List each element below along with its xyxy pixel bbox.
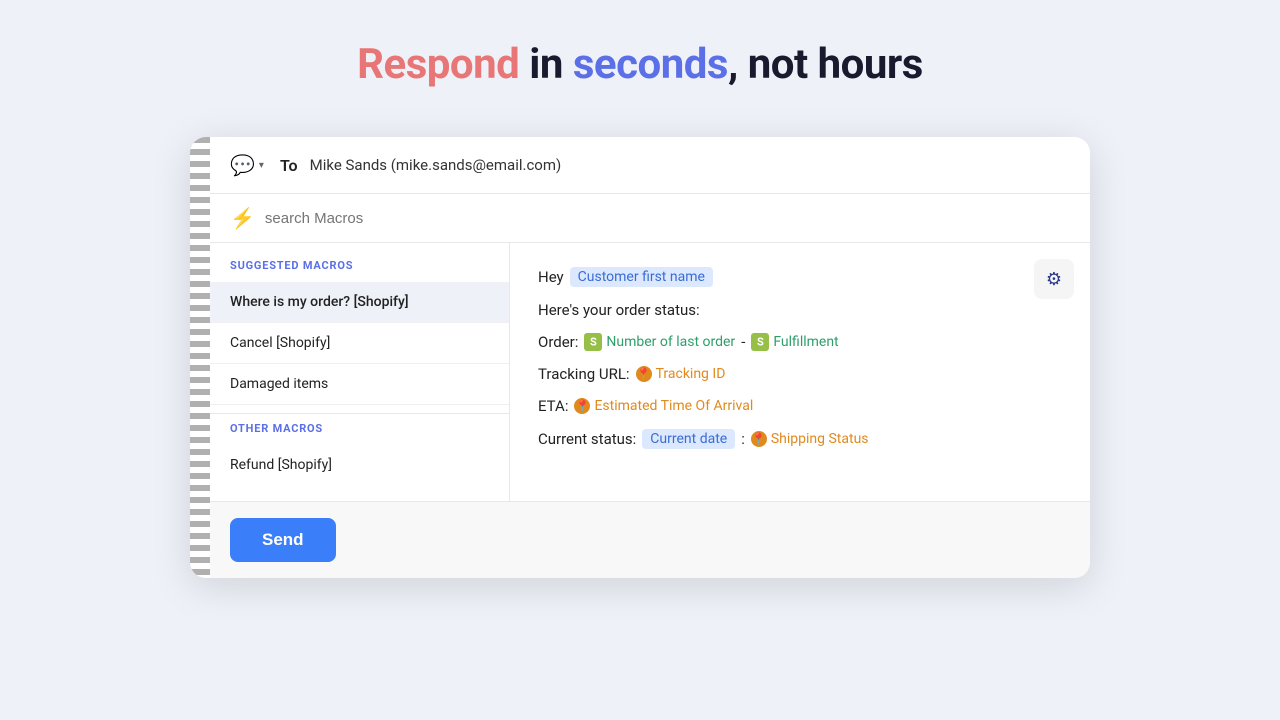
location-icon-2 <box>574 398 590 414</box>
heres-text: Here's your order status: <box>538 301 700 319</box>
shopify-icon-1 <box>584 333 602 351</box>
order-number-tag: Number of last order <box>584 333 735 351</box>
headline-in: in <box>519 40 573 89</box>
eta-label: ETA: <box>538 397 568 415</box>
footer-row: Send <box>210 501 1090 578</box>
headline-not-hours: not hours <box>738 40 923 89</box>
send-button[interactable]: Send <box>230 518 336 562</box>
macro-item-1[interactable]: Where is my order? [Shopify] <box>210 282 509 323</box>
reply-icon-wrap[interactable]: 💬 ▾ <box>230 153 264 177</box>
preview-line-eta: ETA: Estimated Time Of Arrival <box>538 397 1062 415</box>
section-divider <box>210 413 509 414</box>
macro-item-2[interactable]: Cancel [Shopify] <box>210 323 509 364</box>
customer-name-tag: Customer first name <box>570 267 713 287</box>
preview-line-order: Order: Number of last order - Fulfillmen… <box>538 333 1062 351</box>
chevron-down-icon: ▾ <box>259 160 264 171</box>
preview-line-hey: Hey Customer first name <box>538 267 1062 287</box>
macro-item-3[interactable]: Damaged items <box>210 364 509 405</box>
dashed-decoration <box>190 137 210 578</box>
tracking-id-tag: Tracking ID <box>636 366 726 382</box>
search-row: ⚡ <box>210 194 1090 243</box>
reply-icon: 💬 <box>230 153 255 177</box>
colon-separator: : <box>741 430 745 448</box>
search-input[interactable] <box>265 210 1070 227</box>
preview-line-status: Here's your order status: <box>538 301 1062 319</box>
shopify-icon-2 <box>751 333 769 351</box>
main-panel: 💬 ▾ To Mike Sands (mike.sands@email.com)… <box>210 137 1090 578</box>
current-date-tag: Current date <box>642 429 735 449</box>
fulfillment-tag: Fulfillment <box>751 333 838 351</box>
location-icon-1 <box>636 366 652 382</box>
preview-line-current-status: Current status: Current date : Shipping … <box>538 429 1062 449</box>
preview-panel: ⚙ Hey Customer first name Here's your or… <box>510 243 1090 501</box>
page-headline: Respond in seconds, not hours <box>357 40 923 89</box>
order-label: Order: <box>538 333 578 351</box>
current-status-label: Current status: <box>538 430 636 448</box>
to-value: Mike Sands (mike.sands@email.com) <box>310 156 562 174</box>
order-dash: - <box>741 333 745 351</box>
suggested-macros-label: SUGGESTED MACROS <box>210 259 509 282</box>
eta-tag: Estimated Time Of Arrival <box>574 398 753 414</box>
headline-comma: , <box>728 40 738 89</box>
headline-seconds: seconds <box>573 40 728 89</box>
preview-line-tracking: Tracking URL: Tracking ID <box>538 365 1062 383</box>
macros-panel: SUGGESTED MACROS Where is my order? [Sho… <box>210 243 510 501</box>
to-label: To <box>280 156 298 175</box>
gear-button[interactable]: ⚙ <box>1034 259 1074 299</box>
hey-text: Hey <box>538 268 564 286</box>
ui-window: 💬 ▾ To Mike Sands (mike.sands@email.com)… <box>190 137 1090 578</box>
tracking-label: Tracking URL: <box>538 365 630 383</box>
shipping-status-tag: Shipping Status <box>751 431 869 447</box>
bolt-icon: ⚡ <box>230 206 255 230</box>
content-area: SUGGESTED MACROS Where is my order? [Sho… <box>210 243 1090 501</box>
other-macros-label: OTHER MACROS <box>210 422 509 445</box>
headline-respond: Respond <box>357 40 519 89</box>
location-icon-3 <box>751 431 767 447</box>
macro-item-4[interactable]: Refund [Shopify] <box>210 445 509 485</box>
header-row: 💬 ▾ To Mike Sands (mike.sands@email.com) <box>210 137 1090 194</box>
